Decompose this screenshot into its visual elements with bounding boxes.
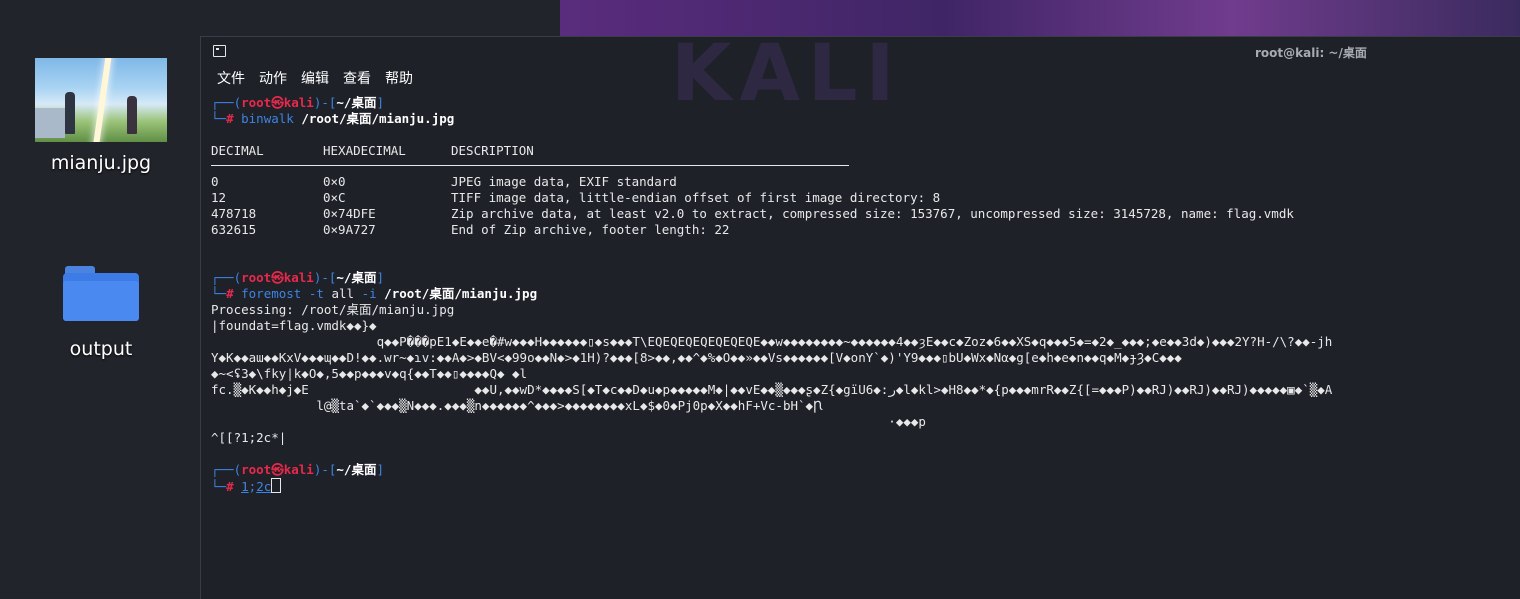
output-line: q◆◆P���pE1◆E◆◆e�#w◆◆◆H◆◆◆◆◆◆▯◆s◆◆◆T\EQEQ… bbox=[211, 334, 1333, 349]
desktop-icon-output[interactable]: output bbox=[48, 266, 154, 360]
text-cursor bbox=[271, 478, 282, 493]
menu-file[interactable]: 文件 bbox=[217, 68, 245, 88]
desktop-icon-mianju[interactable]: mianju.jpg bbox=[34, 58, 168, 174]
folder-icon bbox=[63, 266, 139, 322]
command-line: └─# foremost -t all -i /root/桌面/mianju.j… bbox=[211, 286, 538, 301]
output-line: Y◆K◆◆aɯ◆◆KxV◆◆◆ɰ◆◆D!◆◆.wr~◆ɿv:◆◆A◆>◆BV<◆… bbox=[211, 350, 1182, 365]
window-title: root@kali: ~/桌面 bbox=[1255, 46, 1367, 60]
output-line: ·◆◆◆p bbox=[211, 414, 926, 429]
output-line: Processing: /root/桌面/mianju.jpg bbox=[211, 302, 455, 317]
output-line: l@▒ta`◆`◆◆◆▒N◆◆◆.◆◆◆▒n◆◆◆◆◆◆^◆◆◆>◆◆◆◆◆◆◆… bbox=[211, 398, 823, 413]
command-line[interactable]: └─# 1;2c bbox=[211, 478, 1511, 494]
image-thumbnail-icon bbox=[35, 58, 167, 142]
menu-action[interactable]: 动作 bbox=[259, 68, 287, 88]
prompt-line: ┌──(root㉿kali)-[~/桌面] bbox=[211, 462, 384, 477]
menu-edit[interactable]: 编辑 bbox=[301, 68, 329, 88]
desktop-icon-label: mianju.jpg bbox=[50, 152, 152, 174]
output-line: ◆~<ʢ3◆\fky|k◆O◆,5◆◆p◆◆◆v◆q{◆◆T◆◆▯◆◆◆◆Q◆ … bbox=[211, 366, 528, 381]
terminal-icon bbox=[213, 45, 226, 57]
table-row: 12 0×C TIFF image data, little-endian offs… bbox=[211, 190, 941, 205]
table-header: DECIMAL HEXADECIMAL DESCRIPTION bbox=[211, 143, 534, 158]
prompt-line: ┌──(root㉿kali)-[~/桌面] bbox=[211, 270, 384, 285]
table-row: 632615 0×9A727 End of Zip archive, footer … bbox=[211, 222, 730, 237]
terminal-output[interactable]: ┌──(root㉿kali)-[~/桌面] └─# binwalk /root/… bbox=[211, 95, 1511, 494]
table-row: 478718 0×74DFE Zip archive data, at least … bbox=[211, 206, 1294, 221]
output-line: fc.▒◆K◆◆h◆j◆E ◆◆U,◆◆wD*◆◆◆◆S[◆T◆c◆◆D◆u◆p… bbox=[211, 382, 1333, 397]
output-line: ^[[?1;2c*| bbox=[211, 430, 287, 445]
command-line: └─# binwalk /root/桌面/mianju.jpg bbox=[211, 111, 455, 126]
prompt-line: ┌──(root㉿kali)-[~/桌面] bbox=[211, 95, 384, 110]
terminal-window[interactable]: KALI root@kali: ~/桌面 文件 动作 编辑 查看 帮助 ┌──(… bbox=[200, 29, 1520, 599]
typed-text: 1 bbox=[241, 479, 249, 494]
title-bar[interactable]: KALI root@kali: ~/桌面 bbox=[201, 29, 1520, 119]
output-line: |foundat=flag.vmdk◆◆}◆ bbox=[211, 318, 377, 333]
table-row: 0 0×0 JPEG image data, EXIF standard bbox=[211, 174, 677, 189]
desktop-icon-label: output bbox=[69, 338, 133, 360]
menu-view[interactable]: 查看 bbox=[343, 68, 371, 88]
menu-help[interactable]: 帮助 bbox=[385, 68, 413, 88]
table-divider bbox=[211, 165, 849, 166]
